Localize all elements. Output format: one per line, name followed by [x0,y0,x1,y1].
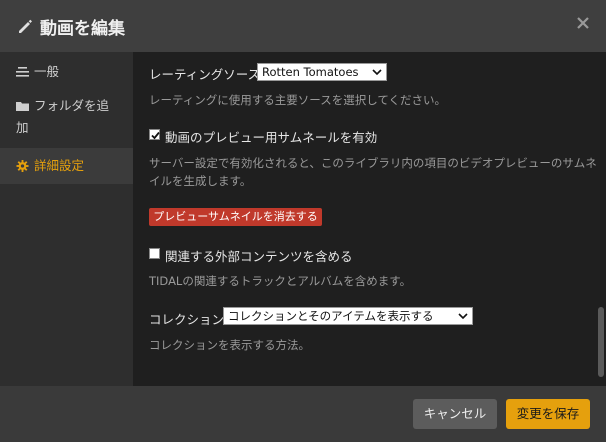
sidebar-item-add-folder[interactable]: フォルダを追 加 [0,96,133,146]
dialog-header: 動画を編集 [0,0,606,52]
chevron-down-icon [372,69,382,76]
rating-source-row: レーティングソース [149,64,260,83]
sidebar-item-label: フォルダを追 [34,98,110,113]
delete-preview-thumbnails-button[interactable]: プレビューサムネイルを消去する [149,208,322,226]
include-extras-checkbox[interactable] [149,248,160,259]
include-extras-help: TIDALの関連するトラックとアルバムを含めます。 [149,274,412,288]
sidebar-item-advanced[interactable]: 詳細設定 [0,148,133,184]
preview-thumbnail-label: 動画のプレビュー用サムネールを有効 [165,130,378,145]
scrollbar[interactable] [598,307,604,377]
edit-video-dialog: 動画を編集 一般 フォルダを追 加 詳細設定 レーティングソース Rotten … [0,0,606,442]
preview-thumbnail-checkbox[interactable] [149,129,160,140]
cancel-button[interactable]: キャンセル [413,399,497,429]
sidebar-item-label: 一般 [34,64,60,79]
sidebar: 一般 フォルダを追 加 詳細設定 [0,52,133,386]
sidebar-item-label-wrap: 加 [16,120,29,135]
dialog-title: 動画を編集 [40,19,125,39]
rating-source-value: Rotten Tomatoes [262,65,359,79]
pencil-icon [19,19,32,33]
include-extras-label: 関連する外部コンテンツを含める [165,249,353,264]
collection-help: コレクションを表示する方法。 [149,338,310,352]
rating-source-label: レーティングソース [149,67,261,82]
close-icon[interactable] [574,14,592,32]
sidebar-item-general[interactable]: 一般 [0,62,133,84]
rating-source-help: レーティングに使用する主要ソースを選択してください。 [149,93,447,107]
dialog-footer: キャンセル 変更を保存 [0,386,606,442]
folder-icon [16,102,29,111]
rating-source-select[interactable]: Rotten Tomatoes [257,63,387,81]
list-icon [16,67,29,77]
preview-help-line2: イルを生成します。 [149,174,252,188]
preview-help-line1: サーバー設定で有効化されると、このライブラリ内の項目のビデオプレビューのサムネ [149,156,597,170]
collection-value: コレクションとそのアイテムを表示する [228,309,434,323]
checkmark-icon [151,131,160,140]
settings-panel: レーティングソース Rotten Tomatoes レーティングに使用する主要ソ… [133,52,606,386]
collection-select[interactable]: コレクションとそのアイテムを表示する [223,307,473,325]
sidebar-item-label: 詳細設定 [34,158,85,173]
save-button[interactable]: 変更を保存 [506,399,590,429]
collection-label: コレクション [149,312,225,327]
gear-icon [16,160,29,172]
chevron-down-icon [458,313,468,320]
